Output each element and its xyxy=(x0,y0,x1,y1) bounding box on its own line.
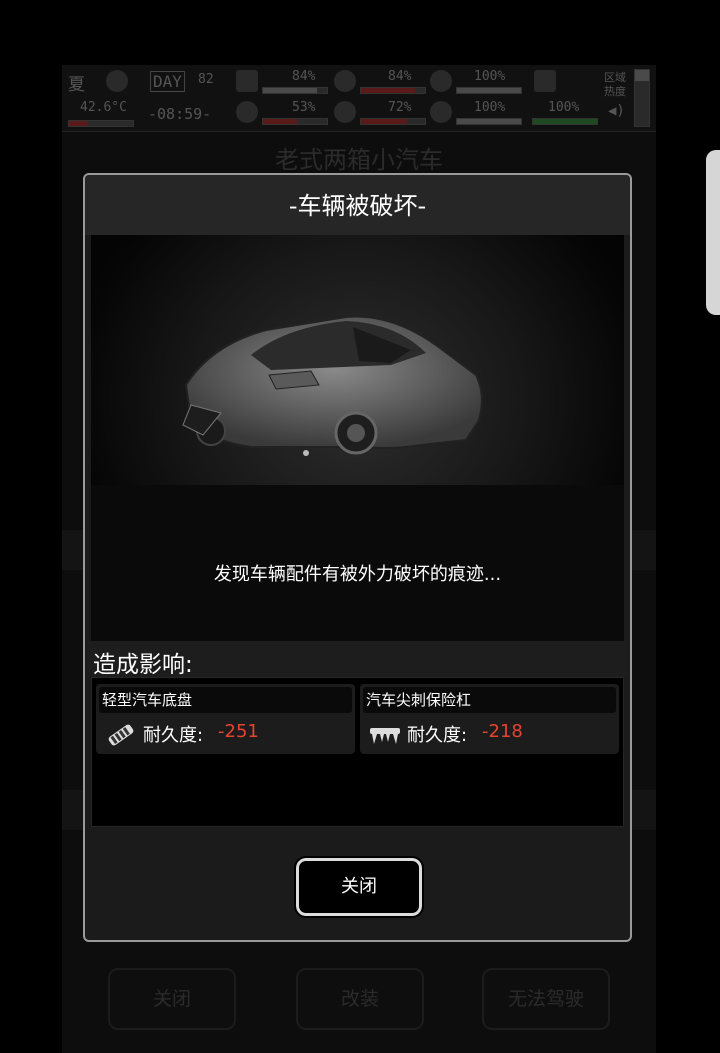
stat-heart-value: 100% xyxy=(474,100,506,115)
clock-value: -08:59- xyxy=(148,105,212,123)
edge-panel-handle[interactable] xyxy=(706,150,720,315)
day-number: 82 xyxy=(198,72,214,87)
season-label: 夏 xyxy=(68,75,85,95)
durability-label: 耐久度: xyxy=(143,725,204,746)
vehicle-damaged-dialog: -车辆被破坏- 发现车辆配件有被外力破坏的痕迹... 造成影响: 轻型汽车底盘 … xyxy=(83,173,632,942)
stat-stamina-bar xyxy=(262,118,328,125)
lungs-icon xyxy=(236,101,258,123)
temperature-value: 42.6°C xyxy=(80,100,127,115)
stomach-icon xyxy=(334,70,356,92)
signal-icon xyxy=(534,70,556,92)
effect-name: 轻型汽车底盘 xyxy=(99,687,352,713)
status-hud: 夏 42.6°C DAY 82 -08:59- 84% 84% 100% 53%… xyxy=(62,65,656,132)
effects-label: 造成影响: xyxy=(93,652,193,678)
dialog-title: -车辆被破坏- xyxy=(85,175,630,235)
stat-hunger-value: 84% xyxy=(388,69,412,84)
stat-stamina-value: 53% xyxy=(292,100,316,115)
durability-value: -218 xyxy=(482,721,523,742)
day-label: DAY xyxy=(150,71,185,92)
stat-hunger-bar xyxy=(360,87,426,94)
sound-icon[interactable]: ◀) xyxy=(608,103,625,119)
stat-signal-value: 100% xyxy=(548,100,580,115)
stat-mood-bar xyxy=(456,87,522,94)
region-heat-bar xyxy=(634,69,650,127)
effect-name: 汽车尖刺保险杠 xyxy=(363,687,616,713)
vehicle-title: 老式两箱小汽车 xyxy=(275,146,443,174)
effects-panel: 轻型汽车底盘 耐久度: -251 汽车尖刺保险杠 耐久度: -218 xyxy=(91,677,624,827)
stat-mood-value: 100% xyxy=(474,69,506,84)
water-drop-icon xyxy=(334,101,356,123)
medkit-icon xyxy=(236,70,258,92)
stat-health-value: 84% xyxy=(292,69,316,84)
effect-card-chassis: 轻型汽车底盘 耐久度: -251 xyxy=(96,684,355,754)
stat-thirst-value: 72% xyxy=(388,100,412,115)
close-button[interactable]: 关闭 xyxy=(294,856,424,918)
heart-icon xyxy=(430,101,452,123)
stat-health-bar xyxy=(262,87,328,94)
chassis-icon xyxy=(108,724,134,746)
stat-signal-bar xyxy=(532,118,598,125)
weather-icon xyxy=(106,70,128,92)
stat-heart-bar xyxy=(456,118,522,125)
mood-icon xyxy=(430,70,452,92)
durability-label: 耐久度: xyxy=(407,725,468,746)
durability-value: -251 xyxy=(218,721,259,742)
spiked-bumper-icon xyxy=(370,728,400,744)
temperature-bar xyxy=(68,120,134,127)
effect-card-spiked-bumper: 汽车尖刺保险杠 耐久度: -218 xyxy=(360,684,619,754)
region-heat-label: 区域热度 xyxy=(604,71,626,98)
bg-cannot-drive-button[interactable]: 无法驾驶 xyxy=(482,968,610,1030)
bg-modify-button[interactable]: 改装 xyxy=(296,968,424,1030)
dialog-message: 发现车辆配件有被外力破坏的痕迹... xyxy=(213,564,502,585)
stat-thirst-bar xyxy=(360,118,426,125)
bg-close-button[interactable]: 关闭 xyxy=(108,968,236,1030)
